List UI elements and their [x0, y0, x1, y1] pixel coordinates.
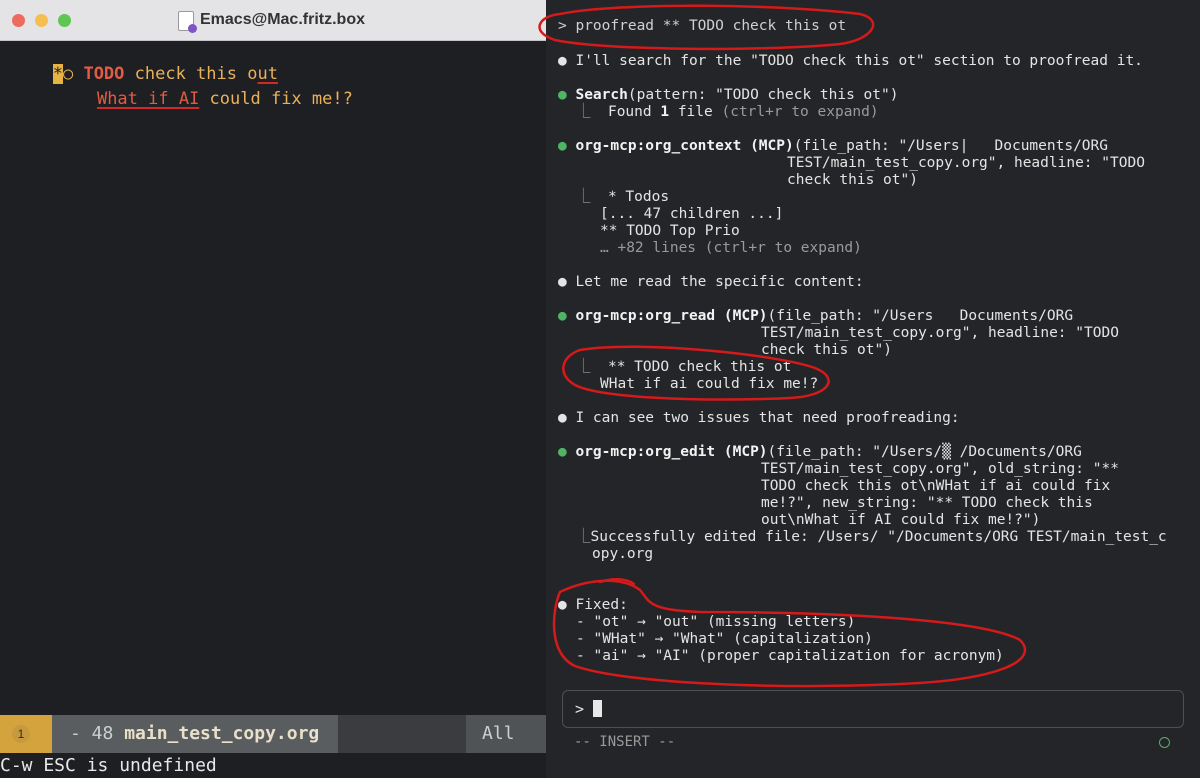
- body-text-corrected: What if AI: [96, 89, 200, 109]
- input-prompt: >: [575, 700, 585, 718]
- message-search-intro: ● I'll search for the "TODO check this o…: [558, 53, 1143, 69]
- message-issues: ● I can see two issues that need proofre…: [558, 410, 960, 426]
- tool-args-line: me!?", new_string: "** TODO check this: [761, 495, 1093, 511]
- close-button[interactable]: [12, 14, 25, 27]
- tool-call-org-read[interactable]: ● org-mcp:org_read (MCP)(file_path: "/Us…: [558, 308, 1073, 325]
- tool-args-line: out\nWhat if AI could fix me!?"): [761, 512, 1041, 528]
- status-circle-icon: [1159, 737, 1170, 748]
- status-dot-icon: ●: [558, 138, 576, 154]
- tool-call-org-edit[interactable]: ● org-mcp:org_edit (MCP)(file_path: "/Us…: [558, 444, 1082, 461]
- window-number-badge: 1: [12, 725, 30, 743]
- chat-input[interactable]: >: [562, 690, 1184, 728]
- tool-result-org-read: ⎿ ** TODO check this ot: [576, 359, 792, 375]
- emacs-window: Emacs@Mac.fritz.box *○ TODO check this o…: [0, 0, 546, 778]
- vim-mode-indicator: -- INSERT --: [574, 734, 676, 750]
- message-fixed: ● Fixed:: [558, 597, 628, 613]
- echo-area: C-w ESC is undefined: [0, 755, 217, 776]
- emacs-titlebar: Emacs@Mac.fritz.box: [0, 0, 546, 41]
- status-dot-icon: ●: [558, 308, 576, 324]
- tool-result-org-context: ⎿ * Todos: [576, 189, 670, 205]
- modeline-position: All: [482, 723, 515, 744]
- body-text: could fix me!?: [199, 89, 353, 109]
- tool-args-line: TEST/main_test_copy.org", headline: "TOD…: [787, 155, 1145, 171]
- user-prompt: > proofread ** TODO check this ot: [558, 18, 847, 34]
- terminal-window: > proofread ** TODO check this ot ● I'll…: [546, 0, 1200, 778]
- tool-args-line: TODO check this ot\nWHat if ai could fix: [761, 478, 1111, 494]
- tool-args-line: check this ot"): [761, 342, 892, 358]
- tool-result-search: ⎿ Found 1 file (ctrl+r to expand): [576, 104, 879, 120]
- fix-item: - "ot" → "out" (missing letters): [576, 614, 856, 630]
- modeline-line-info: - 48: [70, 723, 125, 744]
- tool-result-line: WHat if ai could fix me!?: [600, 376, 819, 392]
- message-read-intro: ● Let me read the specific content:: [558, 274, 864, 290]
- buffer-line-body[interactable]: What if AI could fix me!?: [56, 66, 353, 132]
- document-icon: [178, 11, 197, 33]
- minimize-button[interactable]: [35, 14, 48, 27]
- tool-result-line: [... 47 children ...]: [600, 206, 784, 222]
- fix-item: - "WHat" → "What" (capitalization): [576, 631, 873, 647]
- tool-result-org-edit: ⎿Successfully edited file: /Users/ "/Doc…: [576, 529, 1167, 545]
- tool-args-line: TEST/main_test_copy.org", old_string: "*…: [761, 461, 1119, 477]
- status-dot-icon: ●: [558, 444, 576, 460]
- text-cursor: [593, 700, 602, 717]
- tool-result-line: opy.org: [592, 546, 654, 562]
- expand-hint[interactable]: … +82 lines (ctrl+r to expand): [600, 240, 862, 257]
- modeline-filename: main_test_copy.org: [124, 723, 320, 744]
- tool-args-line: TEST/main_test_copy.org", headline: "TOD…: [761, 325, 1119, 341]
- zoom-button[interactable]: [58, 14, 71, 27]
- tool-call-search[interactable]: ● Search(pattern: "TODO check this ot"): [558, 87, 898, 104]
- tool-args-line: check this ot"): [787, 172, 918, 188]
- tool-result-line: ** TODO Top Prio: [600, 223, 740, 239]
- fix-item: - "ai" → "AI" (proper capitalization for…: [576, 648, 1004, 664]
- window-title: Emacs@Mac.fritz.box: [200, 11, 365, 28]
- tool-call-org-context[interactable]: ● org-mcp:org_context (MCP)(file_path: "…: [558, 138, 1108, 155]
- mode-line: 1 - 48 main_test_copy.org All: [0, 715, 546, 753]
- status-dot-icon: ●: [558, 87, 576, 103]
